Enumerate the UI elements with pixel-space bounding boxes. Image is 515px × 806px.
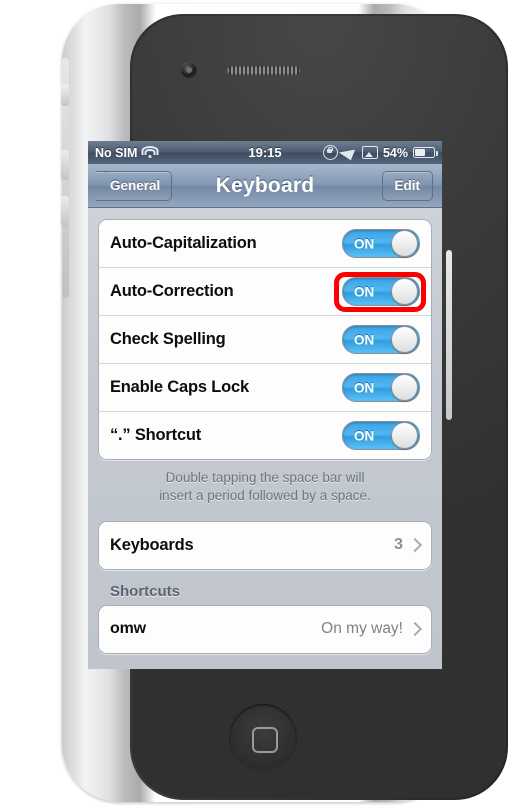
home-button-icon (252, 727, 278, 753)
toggle-enable-caps-lock[interactable]: ON (342, 373, 420, 402)
status-bar: No SIM 19:15 54% (88, 141, 442, 164)
row-shortcut-omw[interactable]: omw On my way! (99, 605, 431, 653)
toggle-knob (391, 230, 418, 257)
row-auto-capitalization[interactable]: Auto-Capitalization ON (99, 220, 431, 268)
row-enable-caps-lock[interactable]: Enable Caps Lock ON (99, 364, 431, 412)
toggle-knob (391, 326, 418, 353)
toggle-state-label: ON (354, 380, 375, 395)
toggle-auto-capitalization[interactable]: ON (342, 229, 420, 258)
back-button-general[interactable]: General (96, 170, 173, 201)
status-bar-left: No SIM (95, 145, 159, 160)
mute-switch[interactable] (61, 84, 69, 106)
toggles-group: Auto-Capitalization ON Auto-Correction O… (98, 219, 432, 460)
shortcut-phrase: On my way! (321, 620, 403, 638)
row-label: Enable Caps Lock (110, 378, 249, 396)
screenshot-stage: No SIM 19:15 54% General Keyboard Edit A… (0, 0, 515, 806)
toggle-knob (391, 374, 418, 401)
right-antenna-band (446, 250, 452, 420)
front-camera-icon (181, 62, 197, 78)
footnote-line-1: Double tapping the space bar will (165, 470, 365, 485)
chevron-right-icon (407, 538, 423, 553)
navigation-bar: General Keyboard Edit (88, 164, 442, 208)
toggle-knob (391, 422, 418, 449)
toggle-knob (391, 278, 418, 305)
location-arrow-icon (338, 145, 362, 160)
wifi-icon (141, 146, 159, 158)
volume-down-button[interactable] (61, 196, 69, 226)
row-auto-correction[interactable]: Auto-Correction ON (99, 268, 431, 316)
toggle-state-label: ON (354, 428, 375, 443)
toggle-auto-correction[interactable]: ON (342, 277, 420, 306)
footnote-line-2: insert a period followed by a space. (159, 487, 371, 503)
home-button[interactable] (229, 704, 297, 772)
settings-content[interactable]: Auto-Capitalization ON Auto-Correction O… (88, 208, 442, 669)
status-bar-right: 54% (322, 145, 438, 160)
toggle-state-label: ON (354, 332, 375, 347)
battery-percent-label: 54% (382, 145, 408, 160)
toggle-state-label: ON (354, 236, 375, 251)
row-check-spelling[interactable]: Check Spelling ON (99, 316, 431, 364)
keyboards-count: 3 (394, 536, 403, 554)
carrier-label: No SIM (95, 145, 138, 160)
edit-button-label: Edit (394, 178, 421, 193)
airplay-icon (361, 146, 378, 159)
row-label: omw (110, 620, 146, 638)
phone-screen: No SIM 19:15 54% General Keyboard Edit A… (88, 141, 442, 669)
row-label: Check Spelling (110, 330, 226, 348)
row-label: “.” Shortcut (110, 426, 202, 444)
shortcuts-group: omw On my way! (98, 604, 432, 654)
row-keyboards[interactable]: Keyboards 3 (99, 521, 431, 569)
volume-up-button[interactable] (61, 150, 69, 180)
row-label: Auto-Correction (110, 282, 234, 300)
row-label: Keyboards (110, 535, 194, 554)
earpiece-speaker-icon (227, 66, 300, 75)
toggle-period-shortcut[interactable]: ON (342, 421, 420, 450)
battery-icon (413, 147, 438, 158)
back-button-label: General (110, 178, 161, 193)
row-period-shortcut[interactable]: “.” Shortcut ON (99, 412, 431, 459)
keyboards-group: Keyboards 3 (98, 520, 432, 570)
rotation-lock-icon (322, 145, 338, 160)
section-footnote: Double tapping the space bar will insert… (110, 469, 420, 505)
toggle-check-spelling[interactable]: ON (342, 325, 420, 354)
shortcuts-section-header: Shortcuts (110, 582, 181, 600)
toggle-state-label: ON (354, 284, 375, 299)
row-label: Auto-Capitalization (110, 234, 257, 252)
edit-button[interactable]: Edit (381, 170, 433, 201)
chevron-right-icon (407, 622, 423, 637)
